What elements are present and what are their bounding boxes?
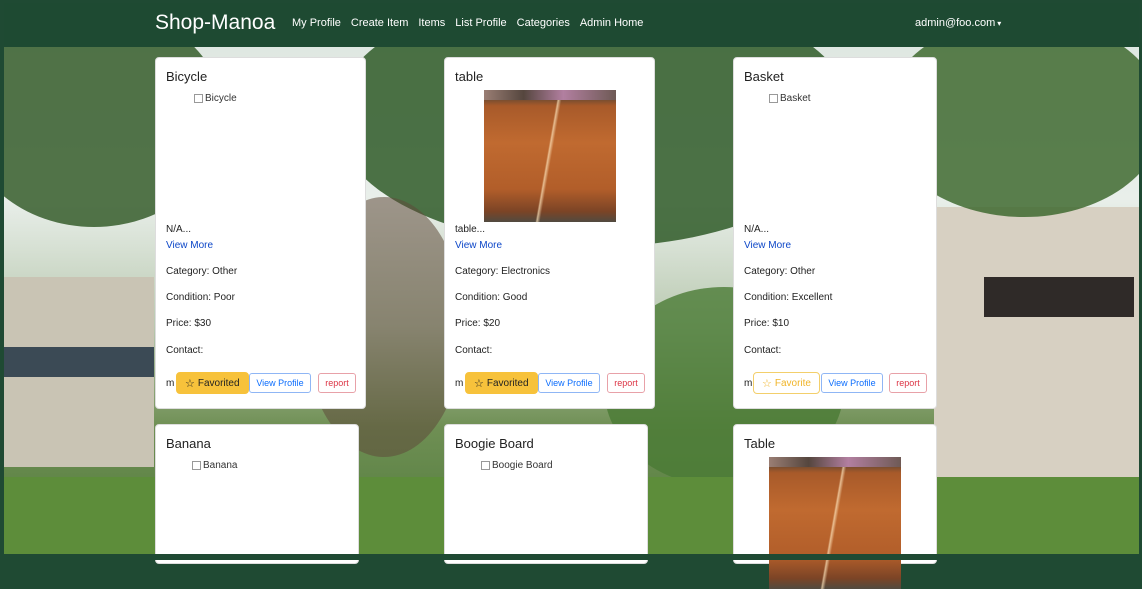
item-image-broken: Banana [192,460,237,471]
item-description: table... [455,224,486,235]
nav-admin-home[interactable]: Admin Home [580,17,644,29]
item-condition: Condition: Good [455,292,528,303]
card-title: Table [744,436,776,451]
card-title: Basket [744,69,784,84]
card-title: Boogie Board [455,436,534,451]
report-button[interactable]: report [607,373,645,393]
item-card-basket: Basket Basket N/A... View More Category:… [733,57,937,409]
item-image-broken: Basket [769,93,811,104]
item-condition: Condition: Excellent [744,292,833,303]
item-card-table: table table... View More Category: Elect… [444,57,655,409]
item-price: Price: $20 [455,318,501,329]
nav-create-item[interactable]: Create Item [351,17,408,29]
item-price: Price: $10 [744,318,790,329]
item-card-table-2: Table [733,424,937,589]
card-title: Bicycle [166,69,208,84]
item-card-banana: Banana Banana [155,424,359,564]
user-menu-dropdown[interactable]: admin@foo.com ▾ [915,17,1001,29]
navbar: Shop-Manoa My Profile Create Item Items … [4,2,1140,47]
nav-items[interactable]: Items [418,17,445,29]
item-image-table [484,90,616,222]
item-contact: Contact: [744,345,782,356]
card-title: table [455,69,484,84]
broken-image-icon [769,94,778,103]
favorite-button[interactable]: ☆ Favorited [176,372,249,394]
item-category: Category: Electronics [455,266,551,277]
broken-image-icon [192,461,201,470]
report-button[interactable]: report [318,373,356,393]
view-more-link[interactable]: View More [455,240,502,251]
item-condition: Condition: Poor [166,292,235,303]
item-description: N/A... [744,224,770,235]
report-button[interactable]: report [889,373,927,393]
view-more-link[interactable]: View More [744,240,791,251]
item-card-boogie-board: Boogie Board Boogie Board [444,424,648,564]
broken-image-icon [194,94,203,103]
item-image-table [769,457,901,589]
caret-down-icon: ▾ [997,19,1002,28]
item-category: Category: Other [166,266,238,277]
star-icon: ☆ [185,377,195,390]
item-contact: Contact: [455,345,493,356]
item-description: N/A... [166,224,192,235]
favorite-button[interactable]: ☆ Favorite [753,372,820,394]
item-category: Category: Other [744,266,816,277]
item-card-bicycle: Bicycle Bicycle N/A... View More Categor… [155,57,366,409]
nav-categories[interactable]: Categories [517,17,570,29]
user-email: admin@foo.com [915,17,996,29]
star-icon: ☆ [474,377,484,390]
view-more-link[interactable]: View More [166,240,213,251]
nav-list-profile[interactable]: List Profile [455,17,506,29]
star-outline-icon: ☆ [762,377,772,390]
view-profile-button[interactable]: View Profile [538,373,600,393]
view-profile-button[interactable]: View Profile [249,373,311,393]
nav-links: My Profile Create Item Items List Profil… [292,17,643,29]
item-contact: Contact: [166,345,204,356]
contact-initial: m [166,378,175,389]
broken-image-icon [481,461,490,470]
brand-logo[interactable]: Shop-Manoa [155,11,275,35]
contact-initial: m [455,378,464,389]
card-title: Banana [166,436,211,451]
contact-initial: m [744,378,753,389]
view-profile-button[interactable]: View Profile [821,373,883,393]
item-image-broken: Bicycle [194,93,237,104]
item-price: Price: $30 [166,318,212,329]
item-image-broken: Boogie Board [481,460,553,471]
favorite-button[interactable]: ☆ Favorited [465,372,538,394]
nav-my-profile[interactable]: My Profile [292,17,341,29]
